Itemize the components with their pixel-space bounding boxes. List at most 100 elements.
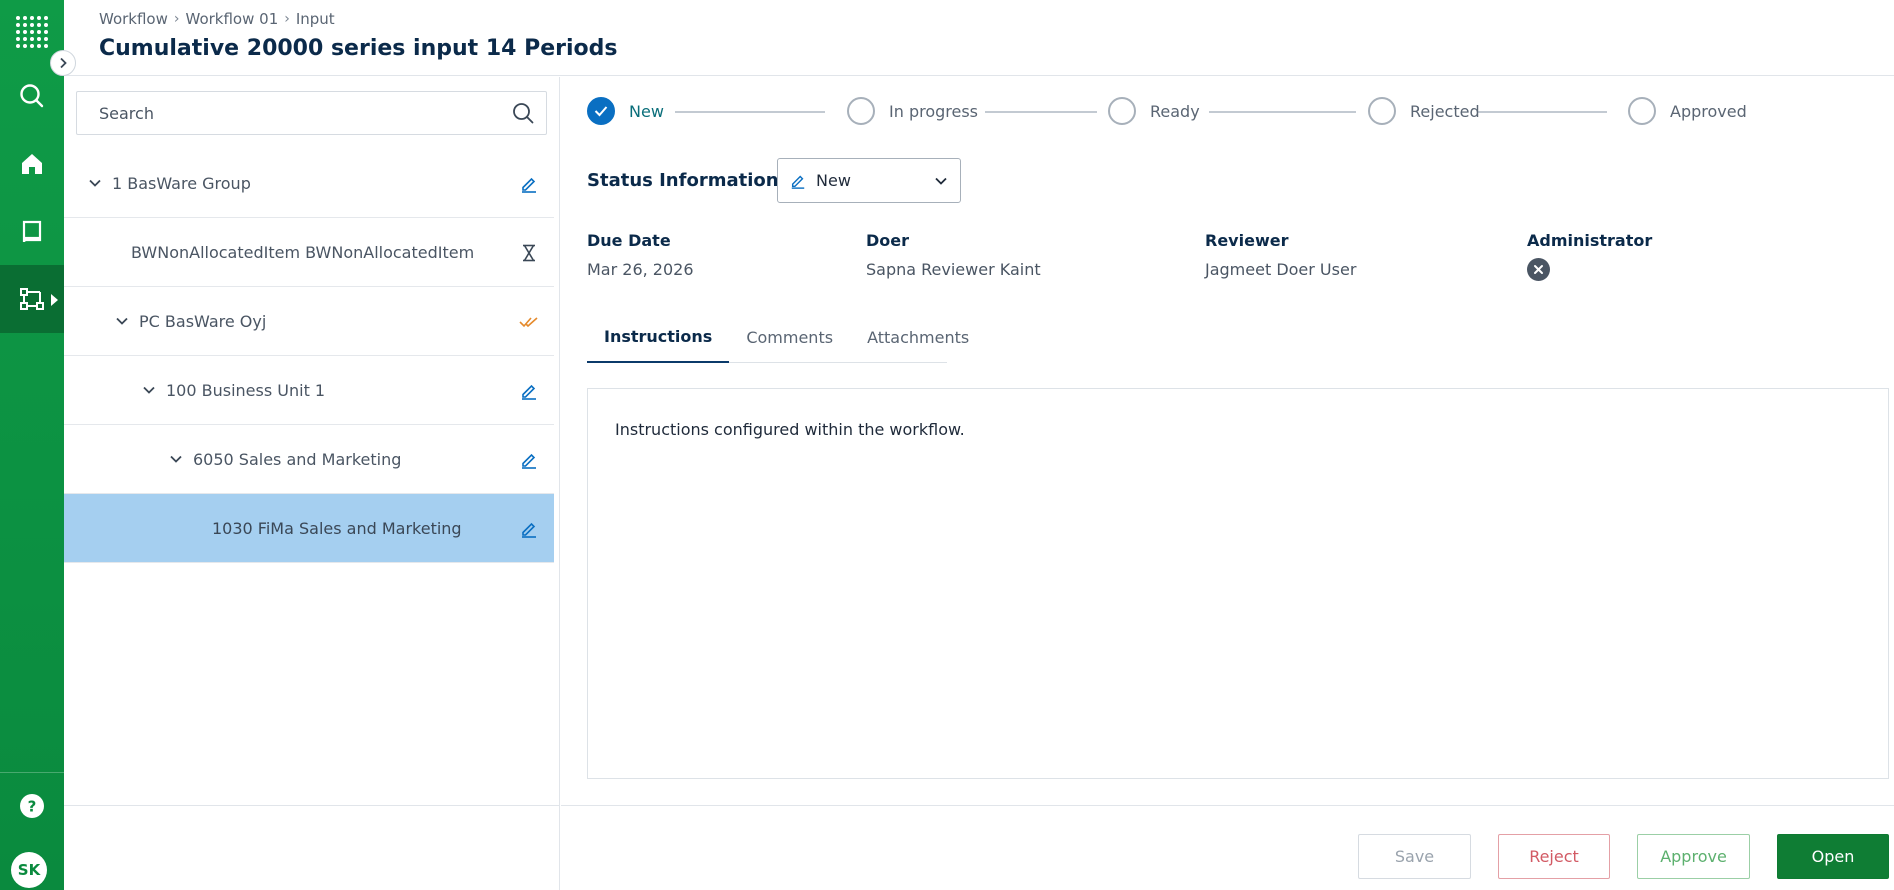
save-button[interactable]: Save bbox=[1358, 834, 1471, 879]
chevron-down-icon[interactable] bbox=[138, 379, 160, 401]
due-date-value: Mar 26, 2026 bbox=[587, 260, 694, 279]
tab-attachments[interactable]: Attachments bbox=[850, 311, 986, 363]
stepper-connector bbox=[1477, 111, 1607, 113]
step-new[interactable]: New bbox=[587, 97, 664, 125]
search-input[interactable] bbox=[99, 103, 512, 123]
doer-value: Sapna Reviewer Kaint bbox=[866, 260, 1041, 279]
step-circle-icon bbox=[1108, 97, 1136, 125]
tree-footer-divider bbox=[64, 805, 560, 806]
tree-row[interactable]: 1 BasWare Group bbox=[64, 149, 554, 218]
tree-row-label: 1030 FiMa Sales and Marketing bbox=[212, 518, 462, 538]
due-date-field: Due Date Mar 26, 2026 bbox=[587, 231, 694, 279]
edit-icon[interactable] bbox=[518, 173, 540, 195]
chevron-down-icon[interactable] bbox=[84, 172, 106, 194]
chevron-down-icon[interactable] bbox=[165, 448, 187, 470]
step-circle-icon bbox=[1368, 97, 1396, 125]
chevron-right-icon bbox=[60, 57, 67, 69]
workflow-icon bbox=[20, 288, 44, 310]
step-approved[interactable]: Approved bbox=[1628, 97, 1747, 125]
step-label: In progress bbox=[889, 101, 979, 121]
edit-icon bbox=[791, 175, 805, 189]
approve-button[interactable]: Approve bbox=[1637, 834, 1750, 879]
rail-expand-toggle[interactable] bbox=[50, 50, 76, 76]
step-label: Rejected bbox=[1410, 101, 1480, 121]
home-icon bbox=[22, 154, 42, 174]
close-icon[interactable] bbox=[1527, 258, 1550, 281]
status-dropdown[interactable]: New bbox=[777, 158, 961, 203]
tab-instructions[interactable]: Instructions bbox=[587, 311, 730, 363]
check-icon bbox=[587, 97, 615, 125]
step-circle-icon bbox=[1628, 97, 1656, 125]
reviewer-value: Jagmeet Doer User bbox=[1205, 260, 1357, 279]
svg-text:?: ? bbox=[28, 798, 37, 816]
detail-panel: New In progress Ready Rejected Approved … bbox=[561, 77, 1894, 890]
breadcrumb-input: Input bbox=[295, 10, 335, 28]
search-icon[interactable] bbox=[512, 102, 534, 124]
rail-book-button[interactable] bbox=[0, 200, 64, 264]
double-check-icon bbox=[518, 311, 540, 333]
reviewer-field: Reviewer Jagmeet Doer User bbox=[1205, 231, 1356, 279]
tree-row-label: BWNonAllocatedItem BWNonAllocatedItem bbox=[131, 242, 475, 262]
chevron-down-icon[interactable] bbox=[111, 310, 133, 332]
avatar[interactable]: SK bbox=[11, 852, 47, 888]
administrator-field: Administrator bbox=[1527, 231, 1652, 281]
rail-search-button[interactable] bbox=[0, 64, 64, 128]
stepper-connector bbox=[675, 111, 825, 113]
step-ready[interactable]: Ready bbox=[1108, 97, 1200, 125]
edit-icon[interactable] bbox=[518, 449, 540, 471]
tree-row-label: 6050 Sales and Marketing bbox=[193, 449, 402, 469]
doer-field: Doer Sapna Reviewer Kaint bbox=[866, 231, 1041, 279]
tree-search-box[interactable] bbox=[76, 91, 547, 135]
rail-workflow-button[interactable] bbox=[0, 265, 64, 333]
breadcrumb-workflow[interactable]: Workflow bbox=[99, 10, 168, 28]
entity-tree-panel: 1 BasWare Group BWNonAllocatedItem BWNon… bbox=[64, 77, 560, 890]
footer-divider bbox=[561, 805, 1894, 806]
breadcrumb-separator: › bbox=[284, 11, 290, 27]
open-button[interactable]: Open bbox=[1777, 834, 1889, 879]
stepper-connector bbox=[985, 111, 1097, 113]
breadcrumb-separator: › bbox=[173, 11, 180, 27]
tree-row[interactable]: 100 Business Unit 1 bbox=[64, 356, 554, 425]
instructions-text: Instructions configured within the workf… bbox=[615, 420, 965, 439]
tree-row-selected[interactable]: 1030 FiMa Sales and Marketing bbox=[64, 494, 554, 563]
reject-button[interactable]: Reject bbox=[1498, 834, 1610, 879]
chevron-down-icon bbox=[935, 177, 947, 185]
step-in-progress[interactable]: In progress bbox=[847, 97, 978, 125]
administrator-label: Administrator bbox=[1527, 231, 1653, 250]
rail-help-button[interactable]: ? bbox=[0, 774, 64, 838]
rail-divider bbox=[0, 772, 64, 773]
tree-list: 1 BasWare Group BWNonAllocatedItem BWNon… bbox=[64, 149, 554, 563]
tab-comments[interactable]: Comments bbox=[729, 311, 850, 363]
page-header: Workflow › Workflow 01 › Input Cumulativ… bbox=[64, 0, 1894, 76]
step-circle-icon bbox=[847, 97, 875, 125]
tree-row[interactable]: 6050 Sales and Marketing bbox=[64, 425, 554, 494]
tree-row-label: 100 Business Unit 1 bbox=[166, 380, 326, 400]
step-label: Ready bbox=[1150, 101, 1200, 121]
edit-icon[interactable] bbox=[518, 380, 540, 402]
app-grid-icon bbox=[16, 16, 48, 48]
due-date-label: Due Date bbox=[587, 231, 671, 250]
instructions-pane: Instructions configured within the workf… bbox=[587, 388, 1889, 779]
breadcrumb: Workflow › Workflow 01 › Input bbox=[99, 10, 335, 28]
hourglass-icon bbox=[518, 242, 540, 264]
tree-row-label: 1 BasWare Group bbox=[112, 173, 251, 193]
doer-label: Doer bbox=[866, 231, 910, 250]
tree-row[interactable]: BWNonAllocatedItem BWNonAllocatedItem bbox=[64, 218, 554, 287]
book-icon bbox=[22, 220, 42, 243]
step-label: Approved bbox=[1670, 101, 1747, 121]
status-dropdown-value: New bbox=[816, 171, 851, 190]
tree-row[interactable]: PC BasWare Oyj bbox=[64, 287, 554, 356]
help-icon: ? bbox=[20, 794, 44, 818]
page-title: Cumulative 20000 series input 14 Periods bbox=[99, 36, 618, 61]
caret-right-icon bbox=[51, 294, 58, 306]
search-icon bbox=[20, 84, 44, 108]
detail-tabs: Instructions Comments Attachments bbox=[587, 311, 969, 363]
app-rail: ? SK bbox=[0, 0, 64, 890]
edit-icon[interactable] bbox=[518, 518, 540, 540]
stepper-connector bbox=[1209, 111, 1356, 113]
status-information-label: Status Information bbox=[587, 170, 779, 191]
breadcrumb-workflow-01[interactable]: Workflow 01 bbox=[186, 10, 279, 28]
step-label: New bbox=[629, 101, 664, 121]
rail-home-button[interactable] bbox=[0, 132, 64, 196]
step-rejected[interactable]: Rejected bbox=[1368, 97, 1480, 125]
